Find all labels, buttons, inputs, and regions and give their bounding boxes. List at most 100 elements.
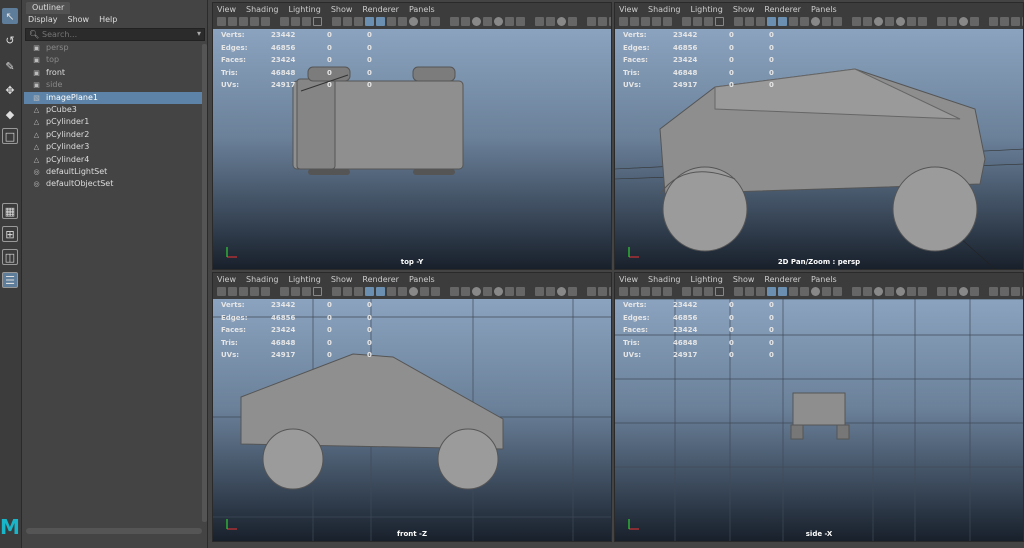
panel-toolbar-icon[interactable]	[918, 17, 927, 26]
panel-toolbar-icon[interactable]	[811, 17, 820, 26]
panel-toolbar-icon[interactable]	[682, 287, 691, 296]
panel-toolbar-icon[interactable]	[409, 17, 418, 26]
panel-menu-shading[interactable]: Shading	[246, 275, 279, 285]
panel-toolbar-icon[interactable]	[822, 287, 831, 296]
panel-menu-view[interactable]: View	[619, 275, 638, 285]
panel-menu-renderer[interactable]: Renderer	[764, 275, 801, 285]
panel-toolbar-icon[interactable]	[343, 287, 352, 296]
panel-toolbar-icon[interactable]	[546, 17, 555, 26]
panel-toolbar-icon[interactable]	[918, 287, 927, 296]
panel-toolbar-icon[interactable]	[568, 17, 577, 26]
panel-toolbar-icon[interactable]	[461, 17, 470, 26]
panel-menu-show[interactable]: Show	[331, 5, 353, 15]
panel-toolbar-icon[interactable]	[885, 17, 894, 26]
panel-toolbar-icon[interactable]	[863, 287, 872, 296]
panel-menu-show[interactable]: Show	[733, 275, 755, 285]
panel-toolbar-icon[interactable]	[833, 287, 842, 296]
panel-toolbar-icon[interactable]	[291, 17, 300, 26]
panel-toolbar-icon[interactable]	[619, 287, 628, 296]
panel-menu-renderer[interactable]: Renderer	[362, 5, 399, 15]
panel-menu-view[interactable]: View	[217, 275, 236, 285]
panel-toolbar-icon[interactable]	[1000, 287, 1009, 296]
panel-menu-panels[interactable]: Panels	[811, 275, 837, 285]
panel-toolbar-icon[interactable]	[663, 287, 672, 296]
search-input[interactable]	[42, 29, 192, 40]
viewport-canvas[interactable]: Verts: 23442 0 0 Edges: 46856 0 0 Faces: 23424 0 0 T…	[615, 29, 1023, 269]
panel-toolbar-icon[interactable]	[228, 17, 237, 26]
panel-toolbar-icon[interactable]	[376, 17, 385, 26]
panel-toolbar-icon[interactable]	[907, 287, 916, 296]
panel-menu-shading[interactable]: Shading	[648, 275, 681, 285]
panel-toolbar-icon[interactable]	[557, 17, 566, 26]
panel-toolbar-icon[interactable]	[280, 287, 289, 296]
panel-toolbar-icon[interactable]	[332, 287, 341, 296]
panel-toolbar-icon[interactable]	[228, 287, 237, 296]
panel-toolbar-icon[interactable]	[354, 287, 363, 296]
panel-toolbar-icon[interactable]	[302, 17, 311, 26]
panel-toolbar-icon[interactable]	[630, 17, 639, 26]
select-tool-icon[interactable]: ↖	[2, 8, 18, 24]
panel-toolbar-icon[interactable]	[704, 287, 713, 296]
panel-toolbar-icon[interactable]	[472, 287, 481, 296]
panel-toolbar-icon[interactable]	[1011, 17, 1020, 26]
panel-toolbar-icon[interactable]	[376, 287, 385, 296]
panel-toolbar-icon[interactable]	[239, 17, 248, 26]
panel-toolbar-icon[interactable]	[693, 287, 702, 296]
panel-toolbar-icon[interactable]	[663, 17, 672, 26]
panel-toolbar-icon[interactable]	[461, 287, 470, 296]
panel-toolbar-icon[interactable]	[483, 17, 492, 26]
panel-menu-lighting[interactable]: Lighting	[690, 275, 722, 285]
viewport-top[interactable]: View Shading Lighting Show Renderer Panels Ve…	[212, 2, 612, 270]
panel-toolbar-icon[interactable]	[409, 287, 418, 296]
outliner-item[interactable]: △ pCube3	[24, 104, 202, 116]
rotate-tool-icon[interactable]: ◆	[2, 106, 18, 122]
panel-toolbar-icon[interactable]	[609, 287, 611, 296]
menu-display[interactable]: Display	[28, 14, 58, 26]
panel-toolbar-icon[interactable]	[450, 17, 459, 26]
panel-toolbar-icon[interactable]	[420, 17, 429, 26]
panel-toolbar-icon[interactable]	[483, 287, 492, 296]
panel-toolbar-icon[interactable]	[505, 287, 514, 296]
panel-toolbar-icon[interactable]	[959, 17, 968, 26]
panel-toolbar-icon[interactable]	[365, 287, 374, 296]
panel-menu-lighting[interactable]: Lighting	[690, 5, 722, 15]
viewport-canvas[interactable]: Verts: 23442 0 0 Edges: 46856 0 0 Faces: 23424 0 0 T…	[615, 299, 1023, 541]
layout-four-icon[interactable]: ⊞	[2, 226, 18, 242]
panel-toolbar-icon[interactable]	[398, 17, 407, 26]
panel-toolbar-icon[interactable]	[587, 17, 596, 26]
panel-toolbar-icon[interactable]	[505, 17, 514, 26]
panel-toolbar-icon[interactable]	[568, 287, 577, 296]
panel-toolbar-icon[interactable]	[313, 287, 322, 296]
panel-toolbar-icon[interactable]	[387, 17, 396, 26]
panel-menu-show[interactable]: Show	[331, 275, 353, 285]
panel-toolbar-icon[interactable]	[630, 287, 639, 296]
panel-toolbar-icon[interactable]	[756, 17, 765, 26]
panel-menu-view[interactable]: View	[619, 5, 638, 15]
outliner-item[interactable]: △ pCylinder1	[24, 116, 202, 128]
outliner-tab[interactable]: Outliner	[26, 2, 71, 14]
panel-toolbar-icon[interactable]	[609, 17, 611, 26]
panel-toolbar-icon[interactable]	[800, 287, 809, 296]
panel-menu-shading[interactable]: Shading	[648, 5, 681, 15]
panel-toolbar-icon[interactable]	[948, 17, 957, 26]
panel-toolbar-icon[interactable]	[734, 17, 743, 26]
panel-toolbar-icon[interactable]	[250, 287, 259, 296]
panel-toolbar-icon[interactable]	[261, 287, 270, 296]
panel-toolbar-icon[interactable]	[494, 287, 503, 296]
panel-toolbar-icon[interactable]	[280, 17, 289, 26]
panel-toolbar-icon[interactable]	[516, 17, 525, 26]
panel-toolbar-icon[interactable]	[250, 17, 259, 26]
panel-toolbar-icon[interactable]	[313, 17, 322, 26]
panel-toolbar-icon[interactable]	[937, 287, 946, 296]
panel-toolbar-icon[interactable]	[745, 287, 754, 296]
panel-toolbar-icon[interactable]	[959, 287, 968, 296]
scale-tool-icon[interactable]: □	[2, 128, 18, 144]
panel-toolbar-icon[interactable]	[598, 17, 607, 26]
panel-menu-renderer[interactable]: Renderer	[764, 5, 801, 15]
panel-menu-view[interactable]: View	[217, 5, 236, 15]
viewport-front[interactable]: View Shading Lighting Show Renderer Panels Ve…	[212, 272, 612, 542]
panel-toolbar-icon[interactable]	[852, 287, 861, 296]
outliner-item[interactable]: ▧ imagePlane1	[24, 91, 202, 104]
panel-toolbar-icon[interactable]	[778, 17, 787, 26]
outliner-item[interactable]: ▣ front	[24, 67, 202, 79]
